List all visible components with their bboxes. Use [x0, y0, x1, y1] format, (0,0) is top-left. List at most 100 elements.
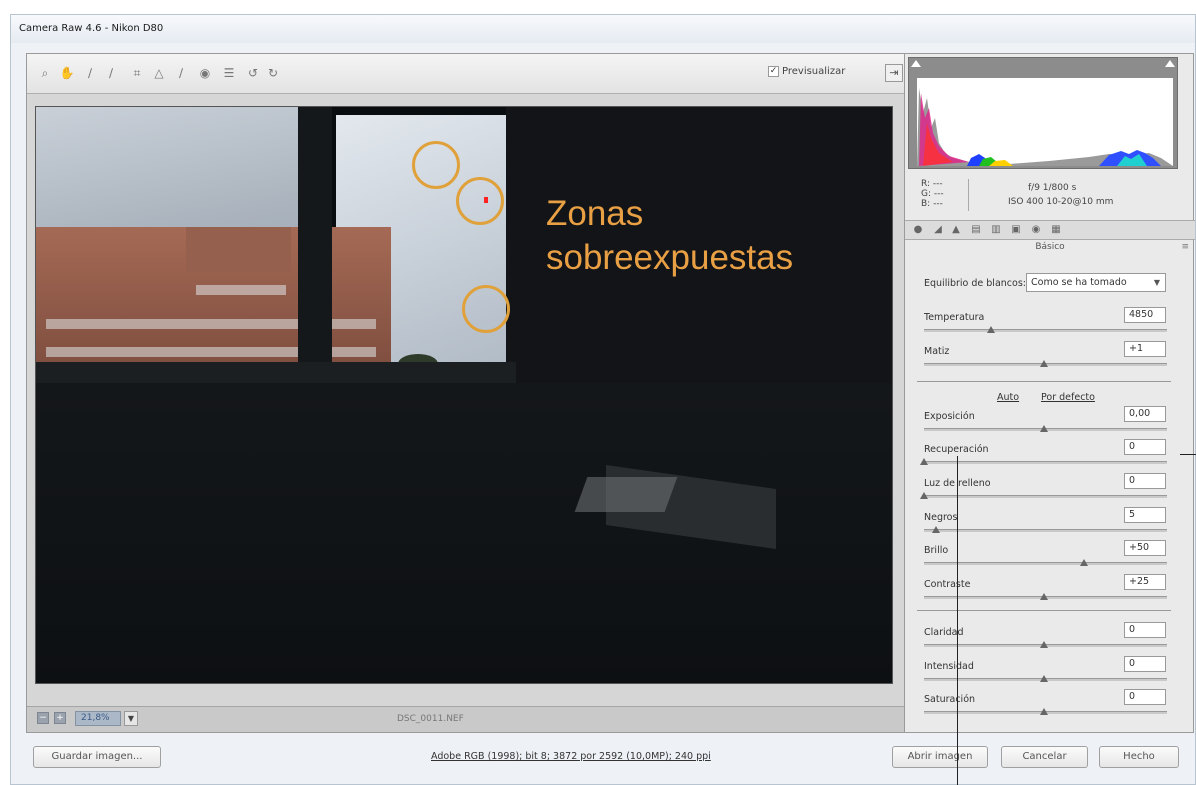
slider-thumb[interactable] — [1039, 675, 1048, 682]
slider-thumb[interactable] — [1039, 360, 1048, 367]
slider-label: Saturación — [924, 694, 976, 705]
preview-toggle[interactable]: ✓ Previsualizar — [768, 66, 845, 77]
rgb-readout: R: --- G: --- B: --- — [921, 179, 944, 209]
slider-thumb[interactable] — [1039, 641, 1048, 648]
white-balance-tool-icon[interactable]: ∕ — [82, 65, 98, 81]
workflow-options-link[interactable]: Adobe RGB (1998); bit 8; 3872 por 2592 (… — [431, 751, 711, 762]
panel-tabs: ● ◢ ▲ ▤ ▥ ▣ ◉ ▦ — [905, 220, 1195, 240]
slider-track[interactable] — [924, 641, 1167, 648]
slider-thumb[interactable] — [986, 326, 995, 333]
hand-tool-icon[interactable]: ✋ — [59, 65, 75, 81]
slider-track[interactable] — [924, 675, 1167, 682]
tab-tone-curve-icon[interactable]: ◢ — [931, 224, 945, 236]
slider-thumb[interactable] — [1039, 425, 1048, 432]
zoom-level-field[interactable]: 21,8% — [75, 711, 121, 726]
exposure-info: f/9 1/800 s — [1028, 183, 1077, 193]
panel-menu-icon[interactable]: ≡ — [1181, 242, 1189, 252]
slider-value-field[interactable]: 0,00 — [1124, 406, 1166, 422]
highlight-clipping-icon[interactable] — [1165, 60, 1175, 67]
chevron-down-icon[interactable]: ▼ — [124, 711, 138, 726]
shadow-clipping-icon[interactable] — [911, 60, 921, 67]
slider-value-field[interactable]: +25 — [1124, 574, 1166, 590]
tab-camera-calibration-icon[interactable]: ◉ — [1029, 224, 1043, 236]
zoom-in-button[interactable]: + — [54, 712, 66, 724]
red-eye-icon[interactable]: ◉ — [197, 65, 213, 81]
tab-basic-icon[interactable]: ● — [911, 224, 925, 236]
toolbar: ⌕ ✋ ∕ ∕ ⌗ △ ∕ ◉ ☰ ↺ ↻ ✓ Previsualizar ⇥ — [27, 54, 909, 94]
rotate-right-icon[interactable]: ↻ — [265, 65, 281, 81]
window-sill — [36, 362, 516, 384]
slider-track[interactable] — [920, 492, 1167, 499]
done-button[interactable]: Hecho — [1099, 746, 1179, 768]
panel-title: Básico — [1035, 242, 1065, 252]
annotation-line — [1180, 454, 1196, 455]
tab-presets-icon[interactable]: ▦ — [1049, 224, 1063, 236]
image-preview[interactable]: Zonas sobreexpuestas — [35, 106, 893, 684]
straighten-tool-icon[interactable]: △ — [151, 65, 167, 81]
slider-label: Brillo — [924, 545, 949, 556]
slider-value-field[interactable]: +1 — [1124, 341, 1166, 357]
iso-lens-info: ISO 400 10-20@10 mm — [1008, 197, 1114, 207]
window-title: Camera Raw 4.6 - Nikon D80 — [19, 23, 164, 34]
slider-value-field[interactable]: +50 — [1124, 540, 1166, 556]
slider-thumb[interactable] — [920, 492, 928, 499]
slider-track[interactable] — [924, 360, 1167, 367]
slider-thumb[interactable] — [1039, 708, 1048, 715]
crop-tool-icon[interactable]: ⌗ — [129, 65, 145, 81]
slider-value-field[interactable]: 0 — [1124, 689, 1166, 705]
overexposed-zone-circle — [462, 285, 510, 333]
spot-removal-icon[interactable]: ∕ — [173, 65, 189, 81]
tab-split-toning-icon[interactable]: ▥ — [989, 224, 1003, 236]
slider-track[interactable] — [924, 593, 1167, 600]
slider-track[interactable] — [924, 326, 1167, 333]
file-name: DSC_0011.NEF — [397, 714, 464, 724]
slider-thumb[interactable] — [1039, 593, 1048, 600]
slider-thumb[interactable] — [931, 526, 940, 533]
white-balance-select[interactable]: Como se ha tomado ▼ — [1026, 273, 1166, 292]
slider-thumb[interactable] — [1080, 559, 1089, 566]
overexposed-zone-circle — [456, 177, 504, 225]
tab-detail-icon[interactable]: ▲ — [949, 224, 963, 236]
tab-hsl-icon[interactable]: ▤ — [969, 224, 983, 236]
preview-label: Previsualizar — [782, 66, 846, 77]
slider-track[interactable] — [924, 559, 1167, 566]
rotate-left-icon[interactable]: ↺ — [245, 65, 261, 81]
slider-label: Negros — [924, 512, 958, 523]
save-image-button[interactable]: Guardar imagen... — [33, 746, 161, 768]
building-top — [186, 227, 291, 272]
color-sampler-icon[interactable]: ∕ — [103, 65, 119, 81]
slider-label: Intensidad — [924, 661, 974, 672]
overexposed-zones-label: Zonas sobreexpuestas — [546, 194, 794, 277]
slider-value-field[interactable]: 0 — [1124, 439, 1166, 455]
slider-value-field[interactable]: 5 — [1124, 507, 1166, 523]
building-windows — [196, 285, 286, 295]
slider-label: Temperatura — [924, 312, 985, 323]
cancel-button[interactable]: Cancelar — [1001, 746, 1088, 768]
slider-value-field[interactable]: 0 — [1124, 656, 1166, 672]
slider-label: Exposición — [924, 411, 975, 422]
histogram-graph — [909, 58, 1177, 168]
zoom-out-button[interactable]: − — [37, 712, 49, 724]
slider-track[interactable] — [924, 526, 1167, 533]
slider-thumb[interactable] — [920, 458, 928, 465]
auto-link[interactable]: Auto — [997, 392, 1019, 403]
zoom-tool-icon[interactable]: ⌕ — [37, 65, 53, 81]
slider-value-field[interactable]: 4850 — [1124, 307, 1166, 323]
slider-value-field[interactable]: 0 — [1124, 473, 1166, 489]
chevron-down-icon: ▼ — [1153, 278, 1160, 287]
slider-track[interactable] — [920, 458, 1167, 465]
white-balance-label: Equilibrio de blancos: — [924, 278, 1026, 289]
slider-value-field[interactable]: 0 — [1124, 622, 1166, 638]
annotation-line — [957, 456, 958, 785]
section-divider — [917, 381, 1171, 382]
default-link[interactable]: Por defecto — [1041, 392, 1095, 403]
slider-track[interactable] — [924, 425, 1167, 432]
title-bar: Camera Raw 4.6 - Nikon D80 — [11, 15, 1195, 43]
tab-lens-icon[interactable]: ▣ — [1009, 224, 1023, 236]
fullscreen-icon[interactable]: ⇥ — [885, 64, 903, 82]
preferences-icon[interactable]: ☰ — [221, 65, 237, 81]
preview-checkbox[interactable]: ✓ — [768, 66, 779, 77]
slider-track[interactable] — [924, 708, 1167, 715]
open-image-button[interactable]: Abrir imagen — [892, 746, 988, 768]
slider-label: Matiz — [924, 346, 950, 357]
